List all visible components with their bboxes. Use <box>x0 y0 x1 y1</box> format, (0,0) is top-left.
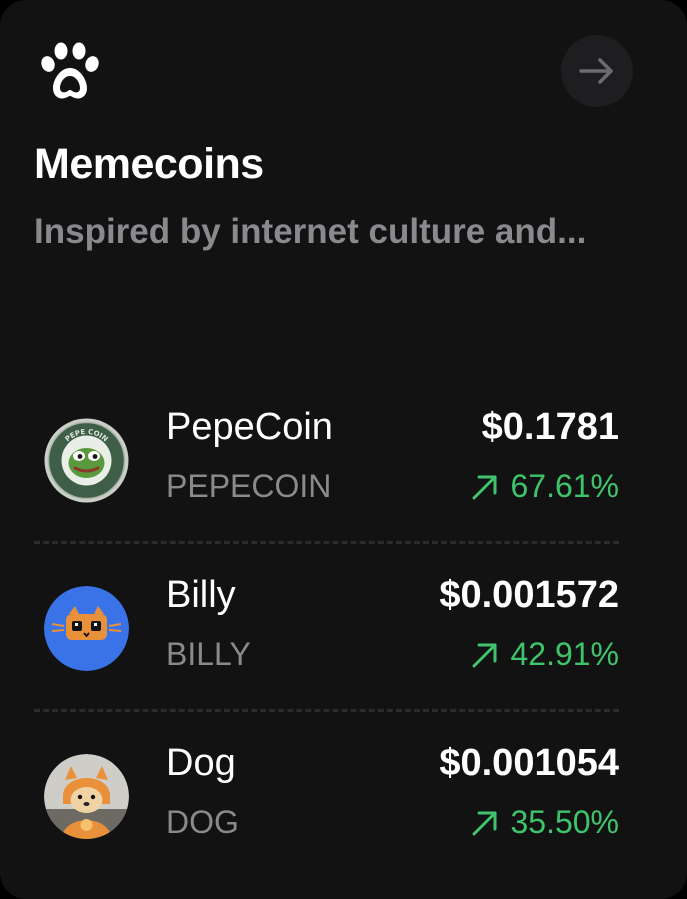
coin-name: Dog <box>166 742 236 784</box>
open-category-button[interactable] <box>561 35 633 107</box>
coin-row-billy[interactable]: Billy BILLY $0.001572 42.91% <box>0 566 687 696</box>
coin-symbol: PEPECOIN <box>166 468 332 504</box>
coin-change-value: 67.61% <box>510 468 619 504</box>
billy-logo <box>44 586 129 671</box>
pepecoin-logo: PEPE COIN <box>44 418 129 503</box>
arrow-up-right-icon <box>472 811 497 835</box>
coin-row-pepecoin[interactable]: PEPE COIN PepeCoin PEPECOIN $0.1781 67.6… <box>0 398 687 528</box>
category-title: Memecoins <box>34 140 264 188</box>
row-divider <box>34 541 619 544</box>
coin-change: 35.50% <box>470 804 619 841</box>
coin-symbol: DOG <box>166 804 239 840</box>
row-divider <box>34 709 619 712</box>
coin-price: $0.001054 <box>439 742 619 784</box>
arrow-right-icon <box>579 58 613 84</box>
coin-name: PepeCoin <box>166 406 333 448</box>
coin-symbol: BILLY <box>166 636 251 672</box>
coin-price: $0.001572 <box>439 574 619 616</box>
dog-logo <box>44 754 129 839</box>
coin-price: $0.1781 <box>481 406 619 448</box>
coin-change-value: 35.50% <box>510 804 619 840</box>
coin-change: 67.61% <box>470 468 619 505</box>
arrow-up-right-icon <box>472 475 497 499</box>
coin-name: Billy <box>166 574 236 616</box>
coin-change: 42.91% <box>470 636 619 673</box>
memecoins-card[interactable]: Memecoins Inspired by internet culture a… <box>0 0 687 899</box>
paw-icon <box>41 42 99 99</box>
arrow-up-right-icon <box>472 643 497 667</box>
coin-change-value: 42.91% <box>510 636 619 672</box>
category-description: Inspired by internet culture and... <box>34 212 587 251</box>
coin-row-dog[interactable]: Dog DOG $0.001054 35.50% <box>0 734 687 864</box>
